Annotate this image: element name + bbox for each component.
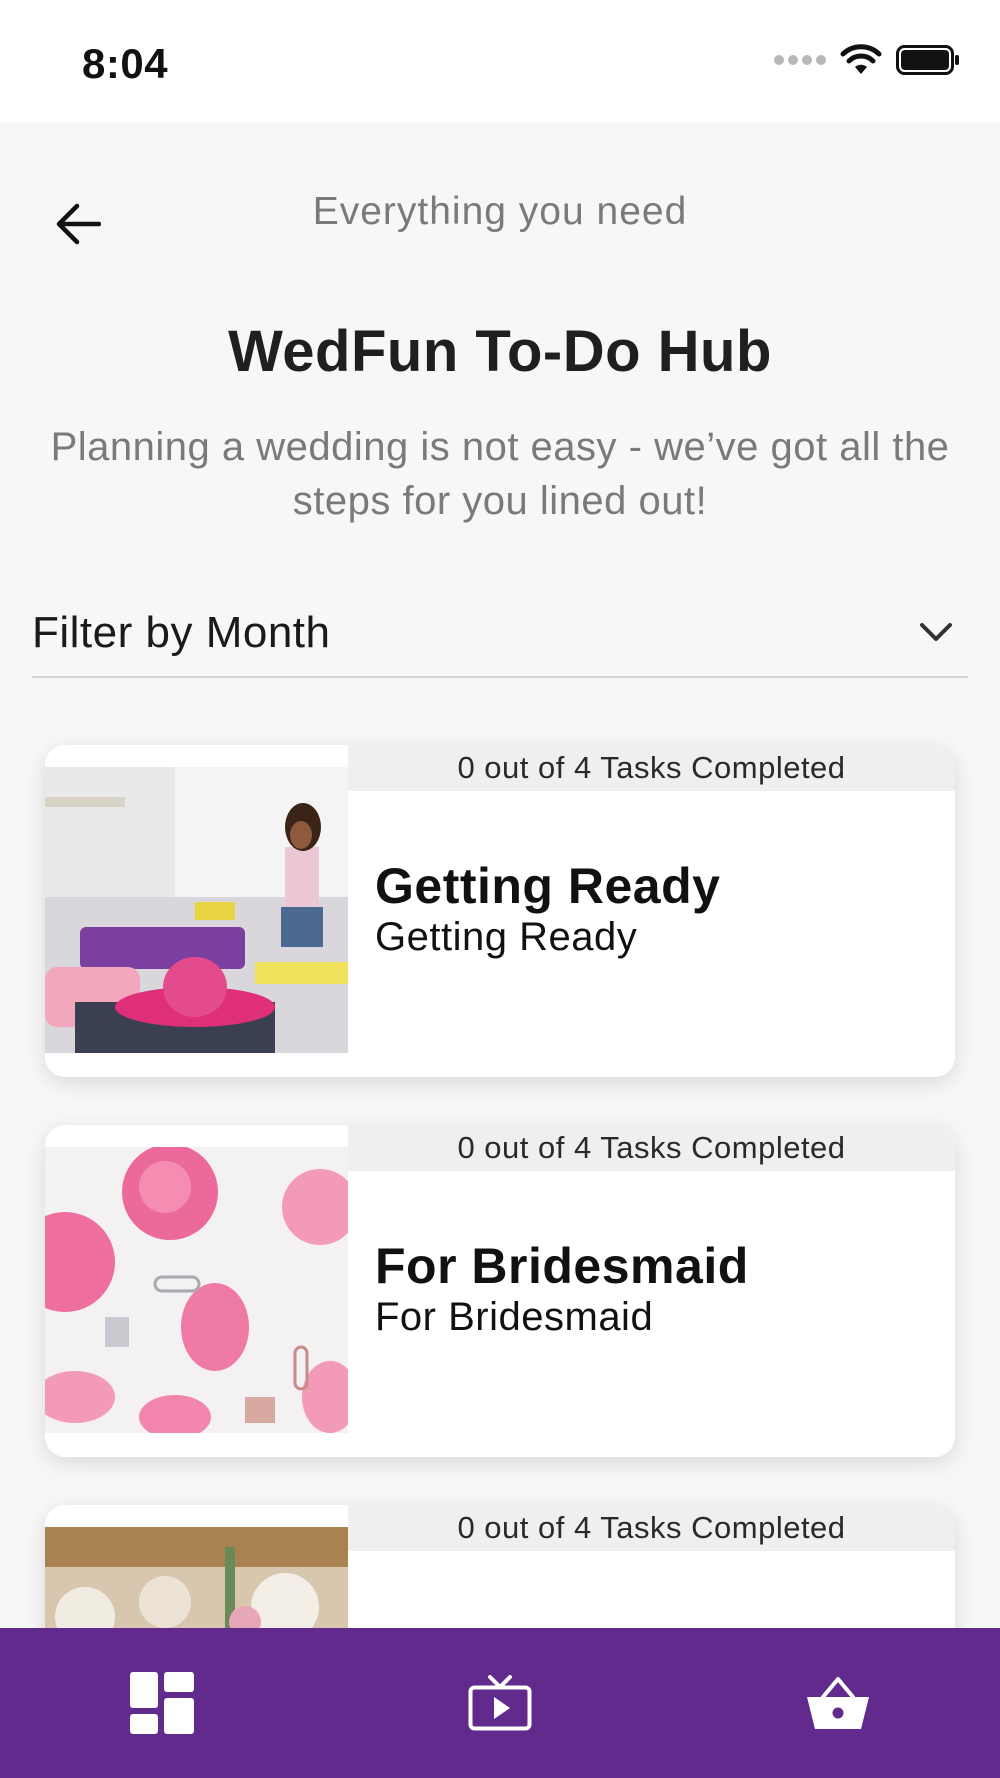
bottom-navigation (0, 1628, 1000, 1778)
basket-icon (807, 1677, 869, 1729)
filter-by-month-dropdown[interactable]: Filter by Month (32, 598, 968, 678)
cellular-signal-icon (774, 55, 826, 65)
status-bar: 8:04 (0, 0, 1000, 122)
task-progress: 0 out of 4 Tasks Completed (348, 1505, 955, 1551)
card-title: For Bridesmaid (375, 1238, 749, 1294)
video-play-icon (468, 1675, 532, 1731)
getting-ready-image (45, 767, 348, 1053)
task-category-card[interactable]: 0 out of 4 Tasks Completed For Bridesmai… (45, 1125, 955, 1457)
task-category-card[interactable]: 0 out of 4 Tasks Completed Getting Ready… (45, 745, 955, 1077)
status-time: 8:04 (82, 40, 169, 87)
filter-label: Filter by Month (32, 608, 331, 657)
task-progress: 0 out of 4 Tasks Completed (348, 1125, 955, 1171)
battery-icon (896, 45, 959, 75)
nav-videos-button[interactable] (430, 1628, 570, 1778)
card-title: Getting Ready (375, 858, 721, 914)
page-description: Planning a wedding is not easy - we’ve g… (50, 425, 950, 523)
chevron-down-icon (920, 623, 952, 641)
card-subtitle: For Bridesmaid (375, 1295, 654, 1339)
task-progress: 0 out of 4 Tasks Completed (348, 745, 955, 791)
header-subtitle: Everything you need (312, 190, 688, 233)
page-title: WedFun To-Do Hub (228, 319, 772, 384)
nav-dashboard-button[interactable] (92, 1628, 232, 1778)
header: Everything you need (0, 180, 1000, 260)
card-subtitle: Getting Ready (375, 915, 638, 959)
nav-shop-button[interactable] (768, 1628, 908, 1778)
status-icons (774, 44, 960, 76)
bridesmaid-image (45, 1147, 348, 1433)
dashboard-icon (130, 1672, 194, 1734)
wifi-icon (840, 44, 882, 74)
